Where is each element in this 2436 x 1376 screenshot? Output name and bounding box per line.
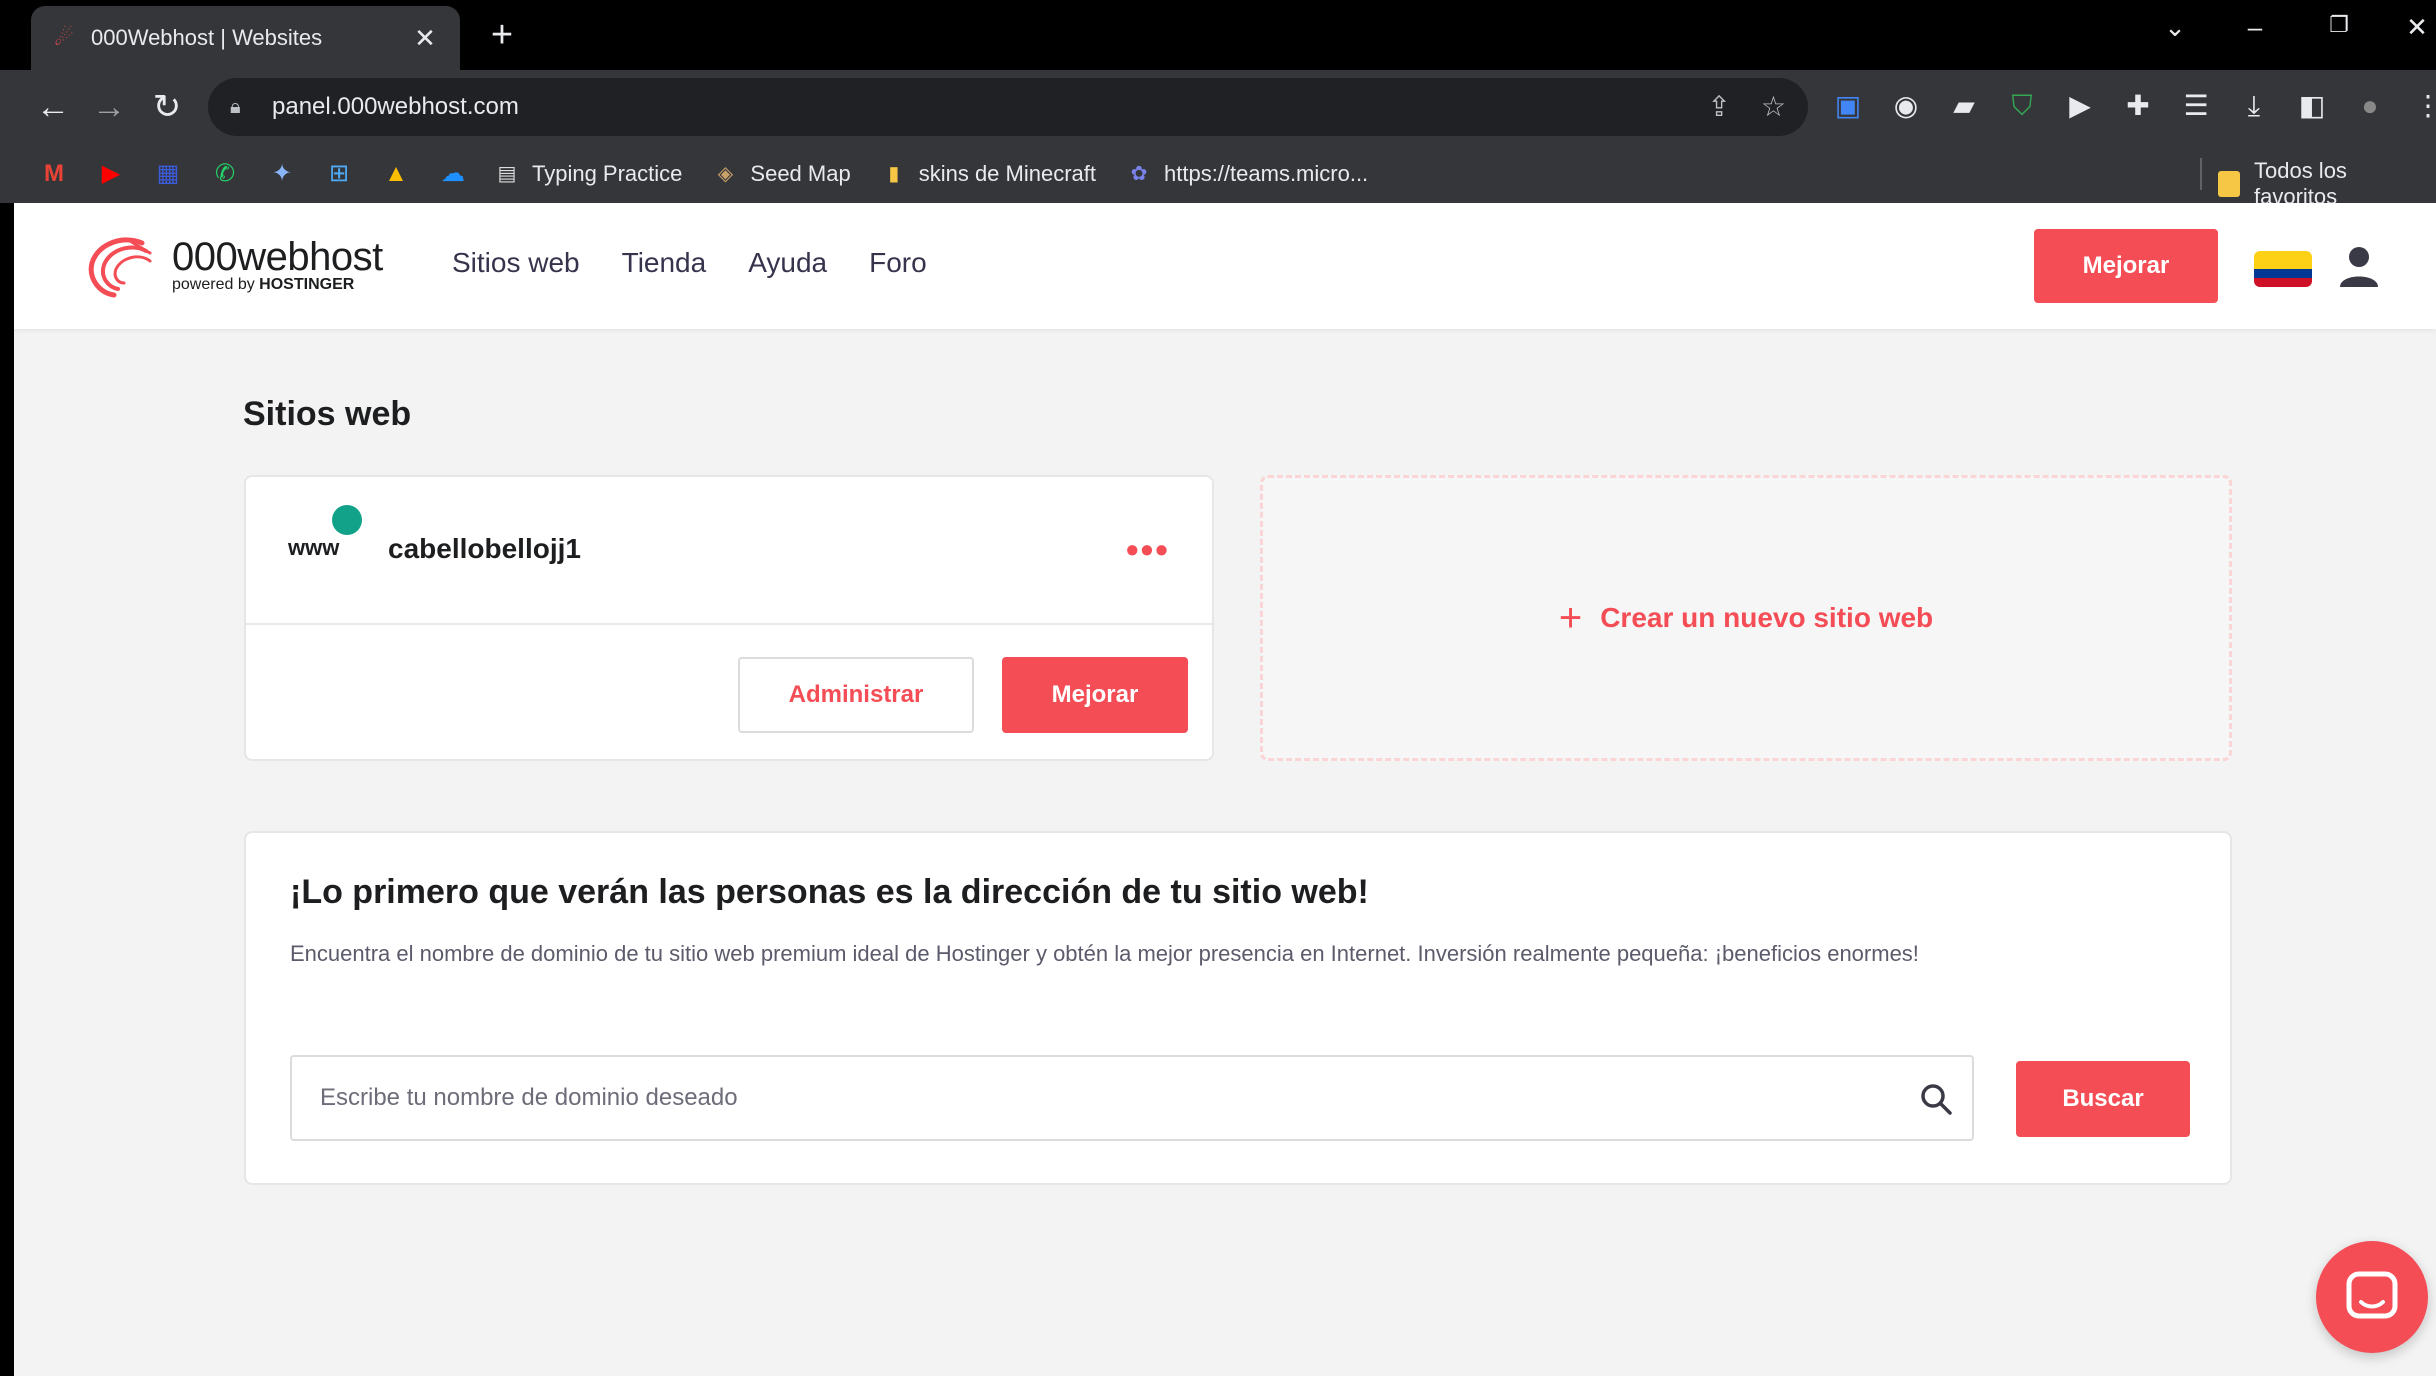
bookmark-star-icon[interactable]: ☆ (1761, 90, 1786, 123)
reading-list-icon[interactable]: ☰ (2178, 84, 2214, 128)
site-header: 000webhost powered by HOSTINGER Sitios w… (14, 203, 2436, 329)
drive-icon[interactable]: ▲ (380, 158, 412, 190)
status-online-icon (332, 505, 362, 535)
camera-extension-icon[interactable]: ▰ (1946, 84, 1982, 128)
window-close-button[interactable]: ✕ (2392, 12, 2436, 43)
forward-button[interactable]: → (86, 84, 132, 130)
calendar-icon[interactable]: ▦ (152, 158, 184, 190)
speedometer-extension-icon[interactable]: ◉ (1888, 84, 1924, 128)
plus-icon: + (1558, 595, 1583, 640)
logo-swirl-icon (88, 237, 152, 298)
folder-icon (2218, 171, 2240, 197)
page-icon: ▤ (497, 162, 517, 185)
manage-button[interactable]: Administrar (738, 657, 974, 733)
lock-icon: 🔒︎ (230, 95, 241, 118)
browser-tab[interactable]: ☄ 000Webhost | Websites ✕ (31, 6, 460, 70)
website-name: cabellobellojj1 (388, 533, 581, 564)
main-nav: Sitios web Tienda Ayuda Foro (452, 247, 927, 279)
logo-name: 000webhost (172, 235, 383, 279)
nav-tienda[interactable]: Tienda (622, 247, 707, 279)
colombia-flag-icon[interactable] (2254, 251, 2312, 287)
browser-menu-icon[interactable]: ⋮ (2410, 84, 2436, 128)
shield-extension-icon[interactable]: ⛉ (2004, 84, 2040, 128)
chat-support-button[interactable] (2316, 1241, 2428, 1353)
minimize-button[interactable]: – (2230, 12, 2280, 43)
bookmark-seed-map[interactable]: ◈ Seed Map (712, 161, 851, 187)
new-tab-button[interactable]: + (480, 14, 524, 58)
tab-title: 000Webhost | Websites (91, 25, 323, 50)
domain-title: ¡Lo primero que verán las personas es la… (290, 873, 1369, 911)
window-edge (0, 203, 14, 1376)
browser-chrome: ☄ 000Webhost | Websites ✕ + ⌄ – ❐ ✕ ← → … (0, 0, 2436, 209)
user-account-icon[interactable] (2336, 243, 2382, 289)
browser-toolbar: ← → ↻ 🔒︎ panel.000webhost.com ⇪ ☆ ▣ ◉ ▰ … (0, 70, 2436, 144)
whatsapp-icon[interactable]: ✆ (209, 158, 241, 190)
site-favicon-icon: ☄ (54, 25, 74, 50)
www-icon: www (288, 535, 340, 560)
back-button[interactable]: ← (30, 84, 76, 130)
bookmark-teams[interactable]: ✿ https://teams.micro... (1126, 161, 1369, 187)
create-website-label: Crear un nuevo sitio web (1600, 602, 1934, 633)
header-upgrade-button[interactable]: Mejorar (2034, 229, 2218, 303)
domain-search-input[interactable] (290, 1055, 1974, 1141)
profile-avatar-icon[interactable]: ● (2352, 84, 2388, 128)
domain-search-card: ¡Lo primero que verán las personas es la… (244, 831, 2232, 1185)
bookmark-typing-practice[interactable]: ▤ Typing Practice (494, 161, 683, 187)
bookmarks-bar: M ▶ ▦ ✆ ✦ ⊞ ▲ ☁ ▤ Typing Practice ◈ Seed… (0, 144, 2436, 209)
search-button[interactable]: Buscar (2016, 1061, 2190, 1137)
side-panel-icon[interactable]: ◧ (2294, 84, 2330, 128)
teams-icon: ✿ (1130, 162, 1148, 185)
tab-search-icon[interactable]: ⌄ (2150, 12, 2200, 43)
folder-icon: ▮ (888, 162, 900, 185)
domain-description: Encuentra el nombre de dominio de tu sit… (290, 941, 1919, 966)
upgrade-button[interactable]: Mejorar (1002, 657, 1188, 733)
search-icon[interactable] (1918, 1081, 1954, 1117)
website-card-header: www cabellobellojj1 ••• (246, 477, 1212, 625)
chat-icon (2346, 1271, 2398, 1319)
nav-foro[interactable]: Foro (869, 247, 927, 279)
bookmarks-separator (2200, 158, 2202, 190)
nav-sitios-web[interactable]: Sitios web (452, 247, 580, 279)
download-icon[interactable]: ⤓ (2236, 84, 2272, 128)
url-text: panel.000webhost.com (272, 93, 519, 120)
address-bar[interactable]: 🔒︎ panel.000webhost.com ⇪ ☆ (208, 78, 1808, 136)
section-title: Sitios web (243, 395, 412, 433)
reload-button[interactable]: ↻ (144, 84, 190, 130)
youtube-icon[interactable]: ▶ (95, 158, 127, 190)
nav-ayuda[interactable]: Ayuda (748, 247, 827, 279)
translate-extension-icon[interactable]: ▣ (1830, 84, 1866, 128)
sparkle-icon[interactable]: ✦ (266, 158, 298, 190)
logo[interactable]: 000webhost powered by HOSTINGER (84, 233, 383, 299)
logo-tagline: powered by HOSTINGER (172, 276, 355, 293)
extensions-bar: ▣ ◉ ▰ ⛉ ▶ ✚ ☰ ⤓ ◧ ● ⋮ (1830, 84, 2436, 128)
share-icon[interactable]: ⇪ (1707, 90, 1730, 123)
website-card: www cabellobellojj1 ••• Administrar Mejo… (244, 475, 1214, 761)
tab-strip: ☄ 000Webhost | Websites ✕ + ⌄ – ❐ ✕ (0, 0, 2436, 70)
tab-close-icon[interactable]: ✕ (410, 23, 440, 54)
seed-icon: ◈ (717, 162, 734, 185)
play-extension-icon[interactable]: ▶ (2062, 84, 2098, 128)
bookmark-minecraft-skins[interactable]: ▮ skins de Minecraft (881, 161, 1096, 187)
create-website-card[interactable]: + Crear un nuevo sitio web (1260, 475, 2232, 761)
apps-icon[interactable]: ⊞ (323, 158, 355, 190)
more-options-icon[interactable]: ••• (1126, 529, 1170, 571)
gmail-icon[interactable]: M (38, 158, 70, 190)
restore-button[interactable]: ❐ (2314, 12, 2364, 38)
puzzle-extensions-icon[interactable]: ✚ (2120, 84, 2156, 128)
onedrive-icon[interactable]: ☁ (437, 158, 469, 190)
page-content: 000webhost powered by HOSTINGER Sitios w… (14, 203, 2436, 1376)
